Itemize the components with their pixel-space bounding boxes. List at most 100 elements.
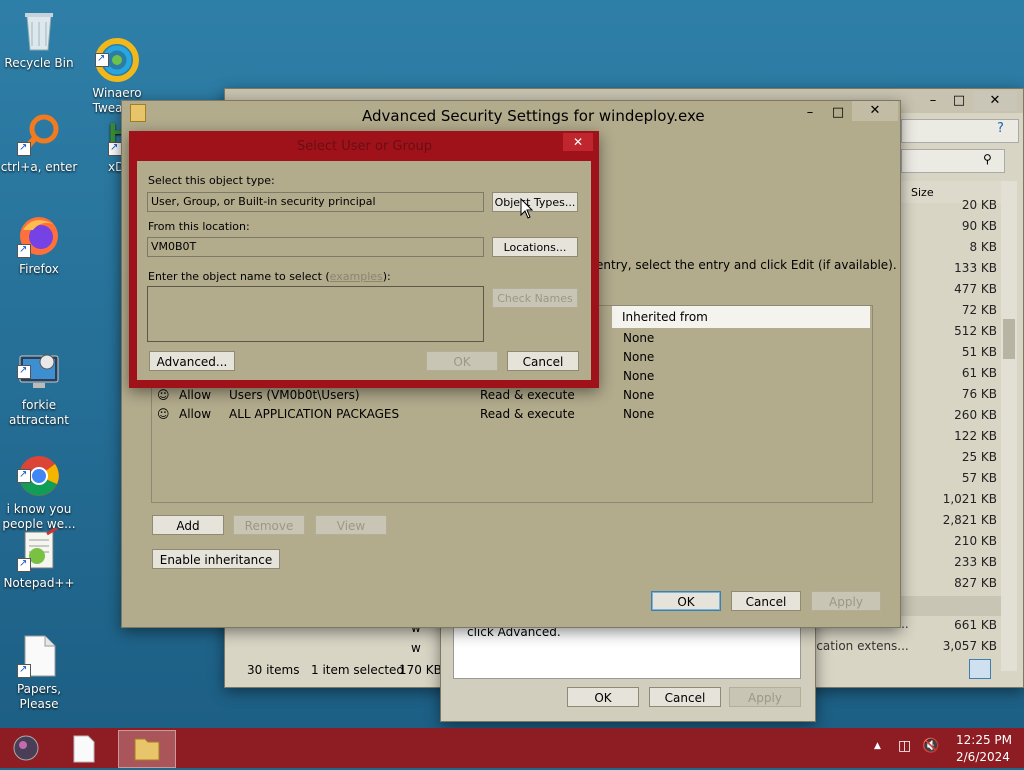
ok-button[interactable]: OK (651, 591, 721, 611)
row-inherited: None (623, 369, 655, 383)
maximize-icon[interactable]: □ (947, 91, 971, 111)
row-inherited: None (623, 407, 655, 421)
size-cell: 76 KB (961, 387, 997, 401)
size-cell: 260 KB (954, 408, 997, 422)
desktop-icon-label: Recycle Bin (4, 56, 74, 70)
scrollbar[interactable] (1001, 181, 1017, 671)
apply-button[interactable]: Apply (811, 591, 881, 611)
row-inherited: None (623, 350, 655, 364)
size-cell: 20 KB (961, 198, 997, 212)
size-cell: 477 KB (954, 282, 997, 296)
row-access: Read & execute (480, 388, 575, 402)
cancel-button[interactable]: Cancel (731, 591, 801, 611)
enter-object-label: Enter the object name to select (example… (148, 270, 391, 283)
firefox-icon (17, 214, 61, 258)
taskbar: ▲ ◫ 🔇 12:25 PM 2/6/2024 (0, 728, 1024, 768)
dialog-title: Select User or Group (297, 139, 433, 154)
help-icon[interactable]: ? (997, 121, 1004, 136)
volume-muted-icon[interactable]: 🔇 (922, 738, 939, 754)
desktop-icon-forkie[interactable]: forkie attractant (0, 320, 78, 428)
desktop-icon-label: Notepad++ (3, 576, 75, 590)
size-cell: 51 KB (961, 345, 997, 359)
desktop-icon-recycle-bin[interactable]: Recycle Bin (0, 8, 78, 71)
select-user-dialog[interactable]: Select User or Group ✕ Select this objec… (129, 131, 599, 388)
desktop-icon-notepadpp[interactable]: Notepad++ (0, 526, 78, 591)
status-selected: 1 item selected (311, 663, 405, 677)
row-inherited: None (623, 388, 655, 402)
users-icon: ☺ (157, 388, 170, 402)
size-cell: 8 KB (969, 240, 997, 254)
scrollbar-thumb[interactable] (1003, 319, 1015, 359)
table-row[interactable]: ☺ Allow Users (VM0b0t\Users) Read & execute… (151, 386, 871, 405)
close-icon[interactable]: ✕ (852, 101, 898, 121)
desktop-icon-label: ctrl+a, enter (0, 160, 78, 174)
locations-button[interactable]: Locations... (492, 237, 578, 257)
view-button[interactable]: View (315, 515, 387, 535)
folder-icon (130, 104, 146, 122)
size-cell: 2,821 KB (942, 513, 997, 527)
desktop-icon-ctrl-a[interactable]: ctrl+a, enter (0, 112, 78, 175)
location-label: From this location: (148, 220, 250, 233)
taskbar-document-icon[interactable] (62, 732, 106, 764)
dialog-cancel-button[interactable]: Cancel (507, 351, 579, 371)
network-icon[interactable]: ◫ (898, 738, 911, 754)
advanced-button[interactable]: Advanced... (149, 351, 235, 371)
row-access: Read & execute (480, 407, 575, 421)
desktop-icon-label: i know you people we... (2, 502, 76, 531)
row-type: Allow (179, 407, 212, 421)
size-cell: 210 KB (954, 534, 997, 548)
location-field: VM0B0T (147, 237, 484, 257)
properties-ok-button[interactable]: OK (567, 687, 639, 707)
minimize-icon[interactable]: – (798, 103, 822, 123)
add-button[interactable]: Add (152, 515, 224, 535)
object-type-field: User, Group, or Built-in security princi… (147, 192, 484, 212)
window-title: Advanced Security Settings for windeploy… (362, 107, 705, 125)
size-cell: 61 KB (961, 366, 997, 380)
object-type-label: Select this object type: (148, 174, 275, 187)
column-inherited-from[interactable]: Inherited from (622, 310, 708, 324)
desktop-icon-firefox[interactable]: Firefox (0, 214, 78, 277)
start-orb-icon[interactable] (12, 734, 40, 762)
cursor-icon (520, 197, 536, 222)
close-icon[interactable]: ✕ (563, 133, 593, 151)
monitor-gear-icon (17, 335, 61, 388)
desktop-icon-label: Papers, Please (16, 682, 62, 711)
users-icon: ☺ (157, 407, 170, 421)
row-principal: Users (VM0b0t\Users) (229, 388, 360, 402)
close-icon[interactable]: ✕ (973, 91, 1017, 111)
dialog-ok-button[interactable]: OK (426, 351, 498, 371)
status-items: 30 items (247, 663, 300, 677)
size-cell: 661 KB (954, 618, 997, 632)
desktop-icon-papers-please[interactable]: Papers, Please (0, 634, 78, 712)
tiles-view-icon[interactable] (993, 659, 1013, 677)
taskbar-explorer-icon[interactable] (118, 730, 176, 768)
show-hidden-icons-icon[interactable]: ▲ (874, 741, 881, 751)
clock-date[interactable]: 2/6/2024 (956, 750, 1010, 764)
properties-cancel-button[interactable]: Cancel (649, 687, 721, 707)
size-cell: 233 KB (954, 555, 997, 569)
enable-inheritance-button[interactable]: Enable inheritance (152, 549, 280, 569)
instruction-text: entry, select the entry and click Edit (… (596, 258, 897, 272)
file-icon: w (411, 641, 421, 655)
size-cell: 25 KB (961, 450, 997, 464)
examples-link[interactable]: examples (330, 270, 383, 283)
table-row[interactable]: ☺ Allow ALL APPLICATION PACKAGES Read & exe… (151, 405, 871, 424)
clock-time[interactable]: 12:25 PM (956, 733, 1012, 747)
row-principal: ALL APPLICATION PACKAGES (229, 407, 400, 421)
maximize-icon[interactable]: □ (826, 103, 850, 123)
details-view-icon[interactable] (969, 659, 991, 679)
desktop-icon-chrome[interactable]: i know you people we... (0, 424, 78, 532)
size-cell: 122 KB (954, 429, 997, 443)
desktop-icon-label: Firefox (19, 262, 59, 276)
check-names-button[interactable]: Check Names (492, 288, 578, 308)
partial-row: ication extens... (813, 639, 909, 653)
notepadpp-icon (17, 526, 61, 572)
desktop-icon-label: forkie attractant (8, 398, 70, 427)
row-type: Allow (179, 388, 212, 402)
remove-button[interactable]: Remove (233, 515, 305, 535)
minimize-icon[interactable]: – (921, 91, 945, 111)
selected-row-highlight (901, 596, 1001, 616)
object-name-input[interactable] (147, 286, 484, 342)
properties-apply-button[interactable]: Apply (729, 687, 801, 707)
size-cell: 3,057 KB (942, 639, 997, 653)
